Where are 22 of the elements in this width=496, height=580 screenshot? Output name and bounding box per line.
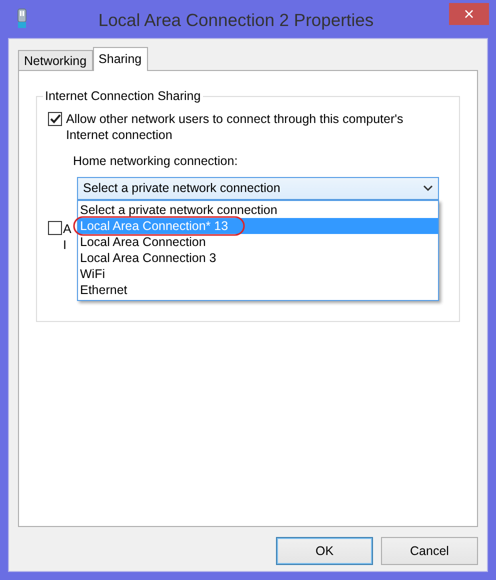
- checkbox-label: A: [63, 221, 72, 237]
- allow-checkbox[interactable]: [48, 112, 62, 126]
- dropdown-option[interactable]: WiFi: [78, 266, 438, 282]
- checkbox-label: I: [63, 237, 68, 253]
- connection-dropdown[interactable]: Select a private network connection: [77, 177, 439, 200]
- dropdown-option[interactable]: Select a private network connection: [78, 202, 438, 218]
- close-button[interactable]: ×: [449, 3, 489, 25]
- chevron-icon: [423, 185, 433, 192]
- window-title: Local Area Connection 2 Properties: [97, 8, 375, 32]
- network-adapter-icon: [16, 8, 28, 30]
- tab[interactable]: Networking: [18, 50, 93, 70]
- dropdown-option[interactable]: Local Area Connection: [78, 234, 438, 250]
- home-connection-label: Home networking connection:: [73, 153, 239, 169]
- group-title: Internet Connection Sharing: [43, 88, 203, 104]
- ok-button[interactable]: OK: [276, 537, 373, 565]
- dropdown-option[interactable]: Ethernet: [78, 282, 438, 298]
- checkmark-icon: [50, 114, 60, 124]
- dropdown-option[interactable]: Local Area Connection 3: [78, 250, 438, 266]
- tab[interactable]: Sharing: [92, 47, 148, 71]
- cancel-button[interactable]: Cancel: [381, 537, 478, 565]
- sharing-checkbox[interactable]: [48, 221, 62, 235]
- checkbox-label: Allow other network users to connect through this computer's Internet connection: [66, 111, 404, 143]
